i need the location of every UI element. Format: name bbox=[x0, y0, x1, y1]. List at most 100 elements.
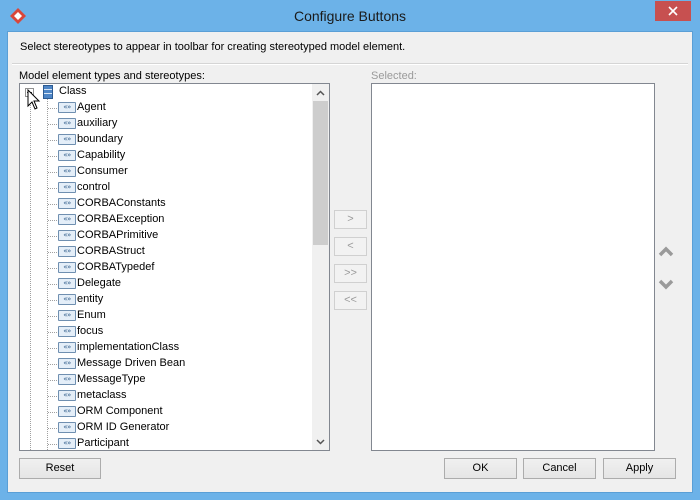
tree-node-label: auxiliary bbox=[77, 117, 118, 129]
tree-node-label: CORBAPrimitive bbox=[77, 229, 159, 241]
ok-button[interactable]: OK bbox=[444, 458, 517, 479]
tree-guide-line bbox=[48, 380, 57, 381]
tree-node-stereotype[interactable]: «» Participant bbox=[20, 436, 312, 450]
tree-node-stereotype[interactable]: «» CORBAPrimitive bbox=[20, 228, 312, 244]
selected-label: Selected: bbox=[371, 70, 417, 82]
tree-guide-line bbox=[48, 108, 57, 109]
tree-node-label: MessageType bbox=[77, 373, 146, 385]
tree-node-stereotype[interactable]: «» CORBAStruct bbox=[20, 244, 312, 260]
scrollbar-thumb[interactable] bbox=[313, 101, 328, 245]
add-button[interactable]: > bbox=[334, 210, 367, 229]
tree-node-stereotype[interactable]: «» MessageType bbox=[20, 372, 312, 388]
instruction-text: Select stereotypes to appear in toolbar … bbox=[20, 41, 406, 53]
tree-guide-line bbox=[48, 412, 57, 413]
tree-guide-line bbox=[48, 348, 57, 349]
tree-guide-line bbox=[48, 252, 57, 253]
cancel-button[interactable]: Cancel bbox=[523, 458, 596, 479]
stereotype-icon: «» bbox=[58, 326, 76, 337]
add-all-button[interactable]: >> bbox=[334, 264, 367, 283]
tree-guide-line bbox=[48, 124, 57, 125]
stereotype-icon: «» bbox=[58, 118, 76, 129]
tree-node-stereotype[interactable]: «» focus bbox=[20, 324, 312, 340]
stereotype-icon: «» bbox=[58, 198, 76, 209]
stereotype-icon: «» bbox=[58, 262, 76, 273]
tree-node-label: Consumer bbox=[77, 165, 128, 177]
tree-node-stereotype[interactable]: «» entity bbox=[20, 292, 312, 308]
tree-node-stereotype[interactable]: «» implementationClass bbox=[20, 340, 312, 356]
stereotype-icon: «» bbox=[58, 406, 76, 417]
tree-node-label: ORM Component bbox=[77, 405, 163, 417]
remove-all-button[interactable]: << bbox=[334, 291, 367, 310]
tree-node-stereotype[interactable]: «» control bbox=[20, 180, 312, 196]
tree-node-stereotype[interactable]: «» Consumer bbox=[20, 164, 312, 180]
stereotype-icon: «» bbox=[58, 438, 76, 449]
tree-node-label: CORBAException bbox=[77, 213, 165, 225]
remove-button[interactable]: < bbox=[334, 237, 367, 256]
tree-node-stereotype[interactable]: «» ORM Component bbox=[20, 404, 312, 420]
stereotype-icon: «» bbox=[58, 230, 76, 241]
tree-node-label: focus bbox=[77, 325, 104, 337]
apply-button[interactable]: Apply bbox=[603, 458, 676, 479]
tree-node-label: control bbox=[77, 181, 111, 193]
arrow-up-icon bbox=[658, 246, 674, 257]
tree-node-label: CORBAStruct bbox=[77, 245, 145, 257]
move-down-button[interactable] bbox=[658, 278, 674, 292]
tree-node-label: Enum bbox=[77, 309, 106, 321]
tree-node-stereotype[interactable]: «» CORBAConstants bbox=[20, 196, 312, 212]
stereotype-icon: «» bbox=[58, 134, 76, 145]
tree-node-stereotype[interactable]: «» Capability bbox=[20, 148, 312, 164]
class-icon bbox=[43, 85, 53, 99]
model-elements-label: Model element types and stereotypes: bbox=[19, 70, 205, 82]
tree-node-label: entity bbox=[77, 293, 104, 305]
stereotype-icon: «» bbox=[58, 150, 76, 161]
tree-node-stereotype[interactable]: «» Delegate bbox=[20, 276, 312, 292]
dialog-window: Configure Buttons Select stereotypes to … bbox=[0, 0, 700, 500]
tree-guide-line bbox=[48, 236, 57, 237]
tree-scrollbar[interactable] bbox=[312, 84, 329, 450]
close-icon bbox=[668, 6, 678, 16]
arrow-down-icon bbox=[658, 279, 674, 290]
tree-guide-line bbox=[48, 140, 57, 141]
tree-guide-line bbox=[48, 444, 57, 445]
tree-guide-line bbox=[48, 156, 57, 157]
reset-button[interactable]: Reset bbox=[19, 458, 101, 479]
tree-node-stereotype[interactable]: «» CORBAException bbox=[20, 212, 312, 228]
scroll-down-button[interactable] bbox=[312, 433, 329, 450]
tree-node-label: Class bbox=[59, 85, 87, 97]
tree-guide-line bbox=[48, 300, 57, 301]
stereotype-icon: «» bbox=[58, 342, 76, 353]
selected-list[interactable] bbox=[371, 83, 655, 451]
tree-node-label: metaclass bbox=[77, 389, 127, 401]
stereotype-icon: «» bbox=[58, 374, 76, 385]
tree-guide-line bbox=[48, 220, 57, 221]
title-bar[interactable]: Configure Buttons bbox=[0, 0, 700, 32]
move-up-button[interactable] bbox=[658, 244, 674, 258]
tree-node-stereotype[interactable]: «» CORBATypedef bbox=[20, 260, 312, 276]
mouse-cursor-icon bbox=[27, 89, 41, 110]
tree-guide-line bbox=[48, 316, 57, 317]
tree-node-stereotype[interactable]: «» Message Driven Bean bbox=[20, 356, 312, 372]
tree-guide-line bbox=[48, 332, 57, 333]
stereotype-icon: «» bbox=[58, 390, 76, 401]
close-button[interactable] bbox=[655, 1, 691, 21]
tree-node-stereotype[interactable]: «» metaclass bbox=[20, 388, 312, 404]
stereotype-icon: «» bbox=[58, 102, 76, 113]
tree-node-stereotype[interactable]: «» Enum bbox=[20, 308, 312, 324]
tree-guide-line bbox=[48, 284, 57, 285]
scroll-up-button[interactable] bbox=[312, 84, 329, 101]
tree-node-label: Capability bbox=[77, 149, 126, 161]
model-element-tree[interactable]: Class «» Agent «» auxiliary «» boundary «» Capa… bbox=[19, 83, 330, 451]
tree-guide-line bbox=[48, 172, 57, 173]
dialog-content: Select stereotypes to appear in toolbar … bbox=[7, 31, 693, 493]
tree-node-stereotype[interactable]: «» ORM ID Generator bbox=[20, 420, 312, 436]
tree-node-class[interactable]: Class bbox=[20, 84, 312, 100]
tree-node-label: Participant bbox=[77, 437, 129, 449]
tree-guide-line bbox=[48, 396, 57, 397]
tree-node-label: boundary bbox=[77, 133, 123, 145]
tree-node-stereotype[interactable]: «» Agent bbox=[20, 100, 312, 116]
tree-node-stereotype[interactable]: «» boundary bbox=[20, 132, 312, 148]
tree-node-stereotype[interactable]: «» auxiliary bbox=[20, 116, 312, 132]
stereotype-icon: «» bbox=[58, 214, 76, 225]
tree-guide-line bbox=[48, 364, 57, 365]
stereotype-icon: «» bbox=[58, 310, 76, 321]
